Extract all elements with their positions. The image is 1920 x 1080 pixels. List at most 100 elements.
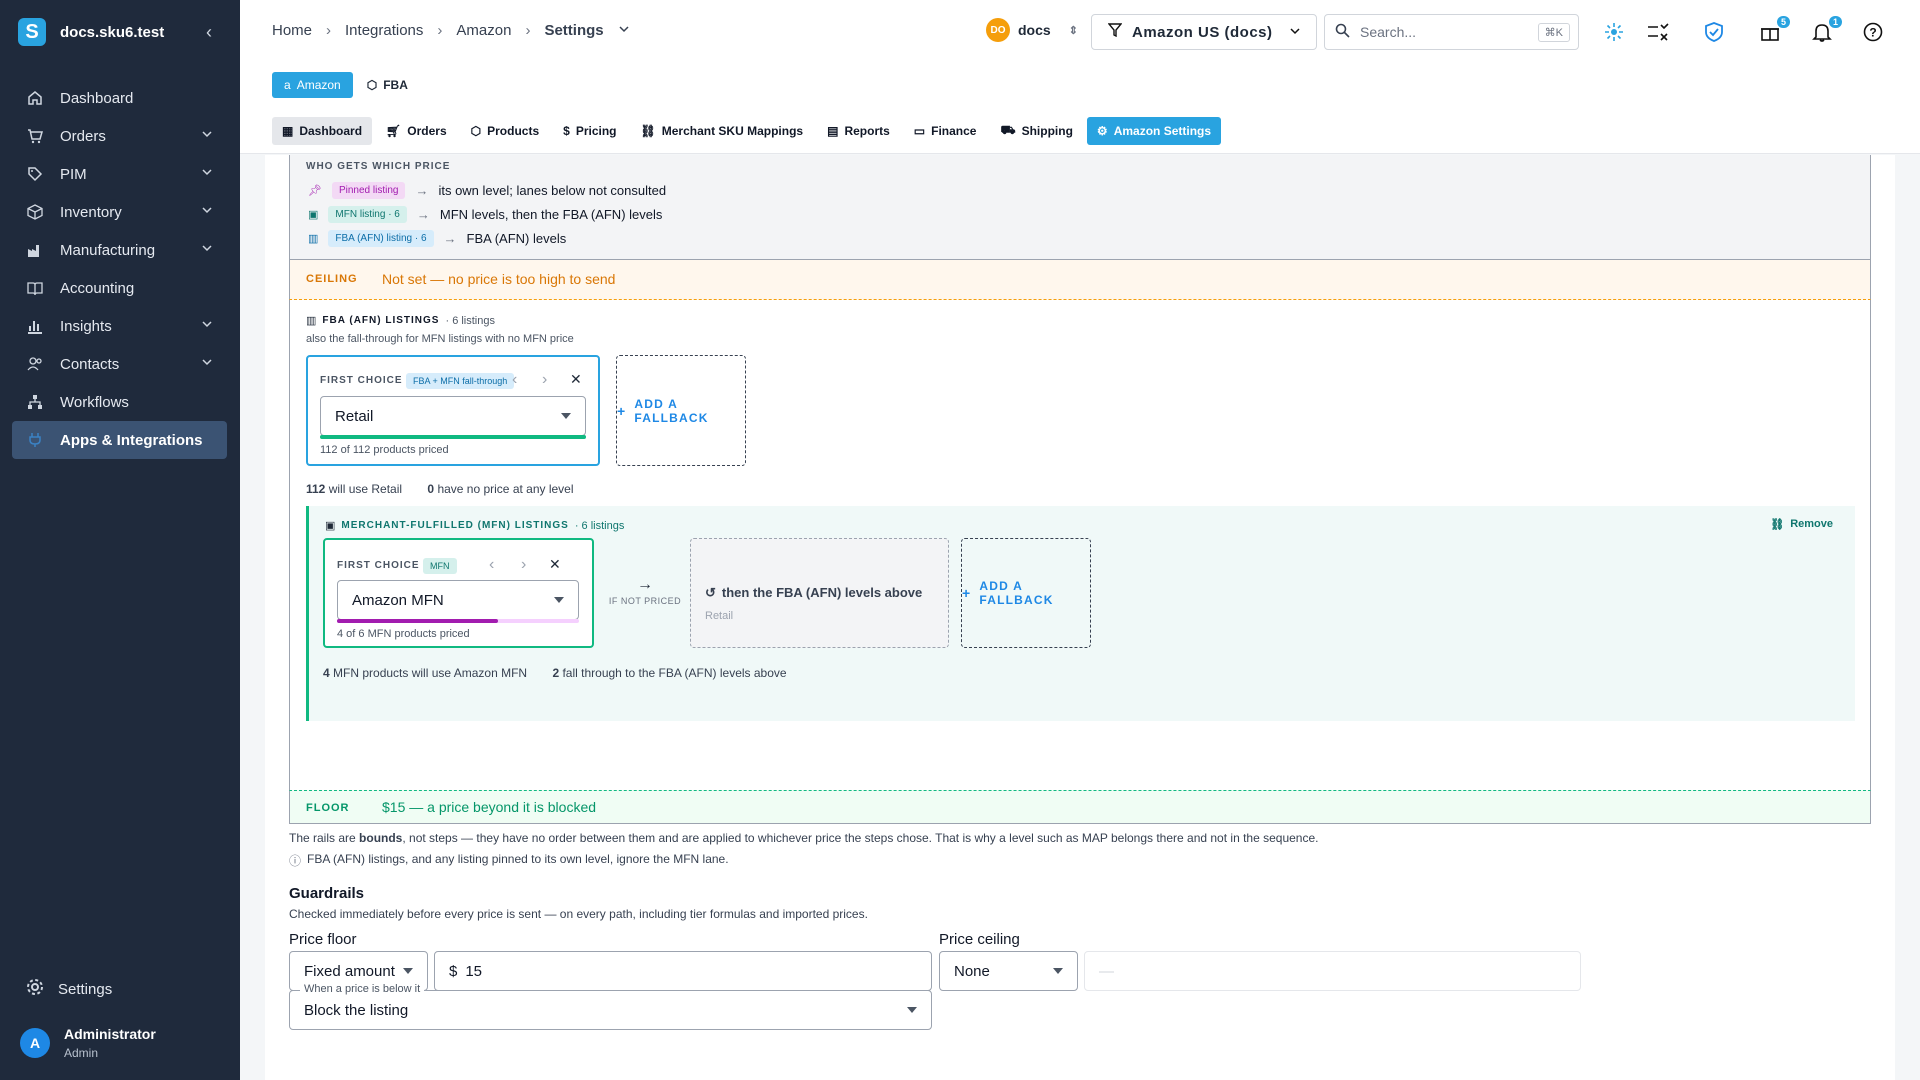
close-icon[interactable]: ✕ xyxy=(570,371,582,388)
tab-label: Merchant SKU Mappings xyxy=(661,124,804,138)
help-icon[interactable]: ? xyxy=(1861,20,1885,44)
brand[interactable]: S docs.sku6.test xyxy=(18,18,164,46)
move-right-icon[interactable]: › xyxy=(521,556,526,574)
price-ceiling-type-select[interactable]: None xyxy=(939,951,1078,991)
top-header: Home › Integrations › Amazon › Settings … xyxy=(240,0,1920,64)
search-input[interactable]: Search... ⌘K xyxy=(1324,14,1579,50)
mfn-first-choice-card: FIRST CHOICE MFN ‹ › ✕ Amazon MFN 4 of 6… xyxy=(323,538,594,648)
below-floor-action-select[interactable]: When a price is below it Block the listi… xyxy=(289,983,932,1030)
sidebar-item-label: Apps & Integrations xyxy=(60,431,203,449)
breadcrumb-home[interactable]: Home xyxy=(272,22,312,39)
user-menu[interactable]: A Administrator Admin xyxy=(20,1026,156,1060)
tab-pricing[interactable]: $ Pricing xyxy=(553,117,626,145)
tag-icon xyxy=(26,165,44,183)
close-icon[interactable]: ✕ xyxy=(549,556,561,573)
sidebar-item-contacts[interactable]: Contacts xyxy=(12,345,227,383)
move-right-icon[interactable]: › xyxy=(542,371,547,389)
fba-add-fallback-button[interactable]: + ADD A FALLBACK xyxy=(616,355,746,466)
tab-dashboard[interactable]: ▦ Dashboard xyxy=(272,117,373,145)
sidebar-item-manufacturing[interactable]: Manufacturing xyxy=(12,231,227,269)
report-icon: ▤ xyxy=(827,124,839,138)
move-left-icon[interactable]: ‹ xyxy=(489,556,494,574)
mfn-remove-button[interactable]: ⛓︎ Remove xyxy=(1770,518,1833,531)
sidebar-item-workflows[interactable]: Workflows xyxy=(12,383,227,421)
pin-icon: 📌︎ xyxy=(308,185,322,197)
plus-icon: + xyxy=(962,585,972,601)
mfn-summary-b-num: 2 xyxy=(552,666,560,680)
tab-products[interactable]: ⬡ Products xyxy=(461,117,550,145)
sidebar-item-settings[interactable]: Settings xyxy=(26,978,112,1000)
store-icon: ▣ xyxy=(325,520,336,532)
price-floor-amount-input[interactable]: $15 xyxy=(434,951,932,991)
pinned-listing-pill: Pinned listing xyxy=(331,182,406,199)
unlink-icon: ⛓︎ xyxy=(1770,519,1785,531)
box-icon xyxy=(26,203,44,221)
user-role: Admin xyxy=(64,1046,99,1060)
breadcrumb-settings[interactable]: Settings xyxy=(544,22,603,39)
caret-down-icon xyxy=(403,968,413,974)
tab-reports[interactable]: ▤ Reports xyxy=(817,117,900,145)
account-switcher[interactable]: DO docs ⇕ xyxy=(986,18,1078,42)
sidebar-item-accounting[interactable]: Accounting xyxy=(12,269,227,307)
fba-fallthrough-pill: FBA + MFN fall-through xyxy=(406,373,515,389)
tab-merchant-sku-mappings[interactable]: ⛓︎ Merchant SKU Mappings xyxy=(631,117,814,145)
sidebar-item-dashboard[interactable]: Dashboard xyxy=(12,79,227,117)
collapse-sidebar-icon[interactable]: ‹ xyxy=(206,22,212,43)
mfn-lane: ▣ MERCHANT-FULFILLED (MFN) LISTINGS · 6 … xyxy=(306,506,1855,721)
store-filter[interactable]: Amazon US (docs) xyxy=(1091,14,1317,50)
move-left-icon[interactable]: ‹ xyxy=(512,371,517,389)
fba-summary-a-num: 112 xyxy=(306,482,326,496)
arrow-right-icon: → xyxy=(415,183,429,198)
fba-listing-pill: FBA (AFN) listing · 6 xyxy=(328,230,434,247)
input-value: — xyxy=(1099,962,1114,980)
mfn-price-level-select[interactable]: Amazon MFN xyxy=(337,580,579,620)
tab-amazon-settings[interactable]: ⚙ Amazon Settings xyxy=(1086,117,1222,145)
sparkle-icon[interactable] xyxy=(1602,20,1626,44)
main-content: WHO GETS WHICH PRICE 📌︎ Pinned listing →… xyxy=(265,155,1895,1080)
sidebar-item-orders[interactable]: Orders xyxy=(12,117,227,155)
sidebar-item-inventory[interactable]: Inventory xyxy=(12,193,227,231)
cart-icon: 🛒︎ xyxy=(386,124,402,138)
then-fba-sub: Retail xyxy=(705,610,734,622)
fba-summary-a-text: will use Retail xyxy=(328,482,403,496)
ceiling-tag: CEILING xyxy=(306,273,358,285)
fba-price-level-select[interactable]: Retail xyxy=(320,396,586,436)
sidebar-item-apps-integrations[interactable]: Apps & Integrations xyxy=(12,421,227,459)
search-shortcut: ⌘K xyxy=(1537,23,1570,42)
first-choice-label: FIRST CHOICE xyxy=(320,375,403,386)
breadcrumb-amazon[interactable]: Amazon xyxy=(456,22,511,39)
tab-orders[interactable]: 🛒︎ Orders xyxy=(376,117,457,145)
price-ceiling-amount-input[interactable]: — xyxy=(1084,951,1581,991)
fba-progress-fill xyxy=(320,435,586,439)
bell-icon[interactable]: 1 xyxy=(1810,16,1842,44)
tab-finance[interactable]: ▭ Finance xyxy=(904,117,987,145)
mfn-add-fallback-button[interactable]: + ADD A FALLBACK xyxy=(961,538,1091,648)
chevron-down-icon[interactable] xyxy=(618,22,630,39)
sidebar: S docs.sku6.test ‹ Dashboard Orders PIM … xyxy=(0,0,240,1080)
plug-icon xyxy=(26,431,44,449)
section-tabs: ▦ Dashboard 🛒︎ Orders ⬡ Products $ Pricing ⛓… xyxy=(272,117,1225,145)
shield-icon[interactable] xyxy=(1702,20,1726,44)
fba-lane: ▥ FBA (AFN) LISTINGS · 6 listings also t… xyxy=(289,300,1871,790)
mfn-summary-a-num: 4 xyxy=(323,666,330,680)
sidebar-item-label: Inventory xyxy=(60,203,122,221)
account-name: docs xyxy=(1018,22,1051,38)
sidebar-item-pim[interactable]: PIM xyxy=(12,155,227,193)
arrow-right-icon: → xyxy=(443,231,457,246)
chevron-right-icon: › xyxy=(437,22,443,39)
channel-amazon[interactable]: a Amazon xyxy=(272,72,353,98)
mfn-priced-text: 4 of 6 MFN products priced xyxy=(337,628,470,640)
tasks-icon[interactable] xyxy=(1646,20,1670,44)
tab-shipping[interactable]: ⛟ Shipping xyxy=(990,117,1082,145)
then-fba-title: then the FBA (AFN) levels above xyxy=(721,585,923,600)
fba-summary-b-num: 0 xyxy=(427,482,435,496)
people-icon xyxy=(26,355,44,373)
factory-icon xyxy=(26,241,44,259)
sidebar-item-insights[interactable]: Insights xyxy=(12,307,227,345)
tab-label: Amazon Settings xyxy=(1113,124,1212,138)
gift-icon[interactable]: 5 xyxy=(1758,16,1790,44)
floor-text: $15 — a price beyond it is blocked xyxy=(382,799,597,815)
channel-fba[interactable]: ⬡ FBA xyxy=(367,78,408,92)
breadcrumb-integrations[interactable]: Integrations xyxy=(345,22,423,39)
sidebar-item-label: Accounting xyxy=(60,279,135,297)
